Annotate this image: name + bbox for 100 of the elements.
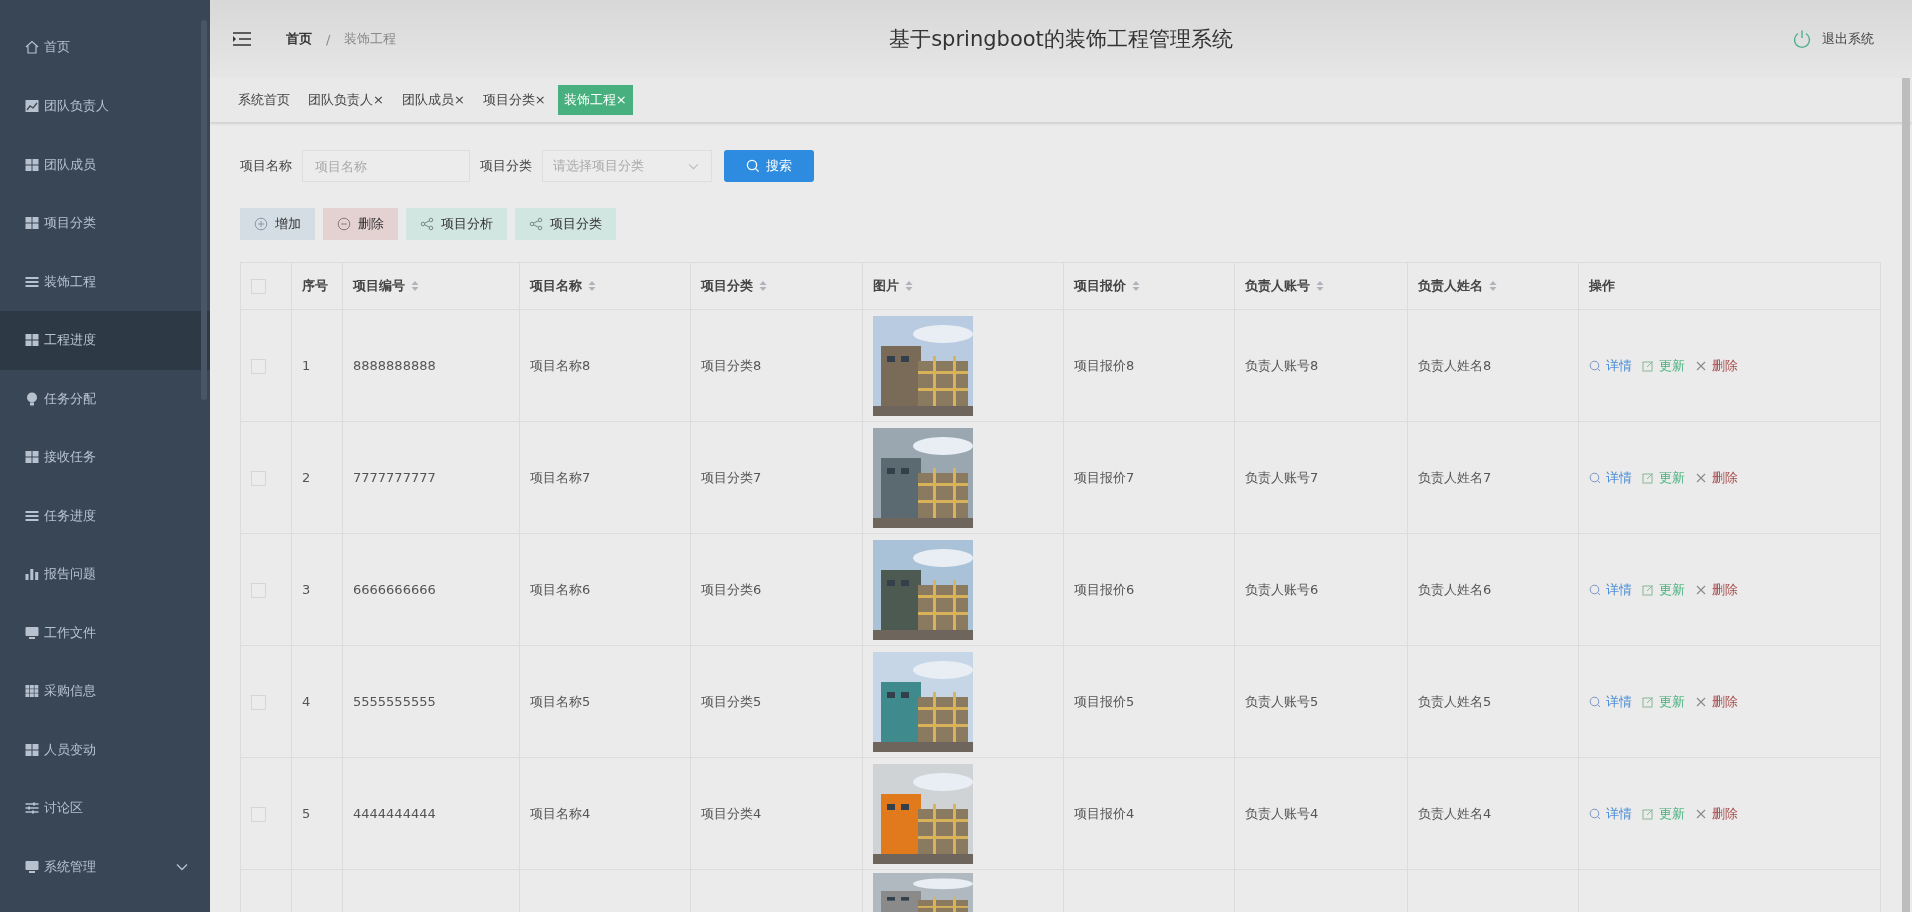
sidebar-item[interactable]: 工程进度 [0, 311, 210, 370]
sliders-icon [25, 801, 39, 816]
plus-circle-icon [254, 217, 268, 231]
table-cell: 项目分类6 [701, 581, 762, 597]
details-link[interactable]: 详情 [1589, 356, 1632, 375]
column-header[interactable]: 图片 [862, 262, 1064, 310]
sidebar-item[interactable]: 团队成员 [0, 135, 210, 194]
monitor-icon [25, 859, 39, 874]
breadcrumb-item: 装饰工程 [344, 30, 397, 48]
sort-icon[interactable] [1132, 280, 1140, 292]
column-header[interactable]: 负责人姓名 [1407, 262, 1579, 310]
sidebar-item[interactable]: 任务进度 [0, 486, 210, 545]
sort-icon[interactable] [1489, 280, 1497, 292]
sidebar-item[interactable]: 讨论区 [0, 779, 210, 838]
delete-link[interactable]: 删除 [1695, 804, 1738, 823]
delete-link[interactable]: 删除 [1695, 356, 1738, 375]
sidebar-item[interactable]: 团队负责人 [0, 77, 210, 136]
details-link[interactable]: 详情 [1589, 468, 1632, 487]
sidebar-item[interactable]: 首页 [0, 17, 210, 77]
power-icon[interactable] [1792, 29, 1812, 49]
share-button[interactable]: 项目分析 [406, 208, 507, 240]
column-header[interactable]: 项目报价 [1063, 262, 1235, 310]
sort-icon[interactable] [588, 280, 596, 292]
table-cell: 项目分类5 [701, 693, 762, 709]
sidebar-item[interactable]: 采购信息 [0, 662, 210, 721]
close-icon [1695, 471, 1707, 484]
search-icon [1589, 583, 1601, 596]
sidebar-label: 工程进度 [44, 331, 96, 350]
sidebar-label: 首页 [44, 38, 70, 56]
bar-chart-icon [25, 567, 39, 582]
column-header[interactable]: 项目分类 [690, 262, 863, 310]
table-cell: 项目报价7 [1074, 469, 1135, 485]
sidebar-item[interactable]: 任务分配 [0, 369, 210, 428]
sort-icon[interactable] [759, 280, 767, 292]
chevron-down-icon [688, 162, 699, 170]
scrollbar[interactable] [201, 20, 207, 400]
menu-icon[interactable] [232, 31, 252, 47]
column-header[interactable]: 负责人账号 [1234, 262, 1408, 310]
scrollbar[interactable] [1902, 78, 1910, 912]
table-cell: 项目分类4 [701, 805, 762, 821]
add-button[interactable]: 增加 [240, 208, 315, 240]
grid-icon [25, 157, 39, 172]
sidebar-label: 任务进度 [44, 506, 96, 525]
search-icon [746, 159, 760, 173]
logout-link[interactable]: 退出系统 [1822, 30, 1874, 48]
table-cell: 7777777777 [353, 470, 436, 485]
delete-link[interactable]: 删除 [1695, 580, 1738, 599]
tab[interactable]: 系统首页 [232, 85, 296, 115]
delete-button[interactable]: 删除 [323, 208, 398, 240]
table-cell: 项目报价8 [1074, 357, 1135, 373]
sidebar-label: 讨论区 [44, 799, 83, 818]
sidebar-label: 团队成员 [44, 155, 96, 174]
sidebar-label: 人员变动 [44, 740, 96, 759]
sort-icon[interactable] [905, 280, 913, 292]
sidebar-item[interactable]: 系统管理 [0, 837, 210, 896]
tab[interactable]: 团队成员× [395, 85, 471, 115]
list-icon [25, 274, 39, 289]
column-title: 操作 [1589, 277, 1615, 295]
sidebar-item[interactable]: 接收任务 [0, 428, 210, 487]
column-header[interactable]: 项目名称 [519, 262, 691, 310]
column-title: 负责人姓名 [1418, 277, 1483, 295]
sidebar-label: 报告问题 [44, 565, 96, 584]
search-icon [1589, 807, 1601, 820]
minus-circle-icon [337, 217, 351, 231]
column-title: 项目报价 [1074, 277, 1126, 295]
sidebar-item[interactable]: 报告问题 [0, 545, 210, 604]
table-cell: 4444444444 [353, 806, 436, 821]
list-icon [25, 508, 39, 523]
table-cell: 项目名称4 [530, 805, 591, 821]
sidebar-item[interactable]: 工作文件 [0, 603, 210, 662]
details-link[interactable]: 详情 [1589, 692, 1632, 711]
sort-icon[interactable] [411, 280, 419, 292]
table-cell: 负责人姓名8 [1418, 357, 1492, 373]
table-cell: 负责人账号7 [1245, 469, 1319, 485]
delete-link[interactable]: 删除 [1695, 692, 1738, 711]
name-input-field[interactable]: 项目名称 [302, 150, 470, 182]
share-button[interactable]: 项目分类 [515, 208, 616, 240]
search-icon [1589, 695, 1601, 708]
sidebar-label: 系统管理 [44, 857, 96, 876]
delete-link[interactable]: 删除 [1695, 468, 1738, 487]
sort-icon[interactable] [1316, 280, 1324, 292]
sidebar-label: 团队负责人 [44, 97, 109, 116]
sidebar-item[interactable]: 人员变动 [0, 720, 210, 779]
column-header[interactable]: 项目编号 [342, 262, 520, 310]
sidebar-item[interactable]: 项目分类 [0, 194, 210, 253]
column-title: 负责人账号 [1245, 277, 1310, 295]
breadcrumb-item[interactable]: 首页 [286, 30, 312, 48]
breadcrumb-separator: / [326, 31, 331, 47]
tab[interactable]: 项目分类× [476, 85, 552, 115]
sidebar-item[interactable]: 装饰工程 [0, 252, 210, 311]
sidebar-label: 装饰工程 [44, 272, 96, 291]
table-cell: 2 [302, 470, 311, 485]
sidebar-label: 采购信息 [44, 682, 96, 701]
table-cell: 项目名称5 [530, 693, 591, 709]
details-link[interactable]: 详情 [1589, 804, 1632, 823]
edit-icon [1642, 583, 1654, 596]
tab[interactable]: 团队负责人× [302, 85, 390, 115]
search-button[interactable]: 搜索 [724, 150, 814, 182]
details-link[interactable]: 详情 [1589, 580, 1632, 599]
table-cell: 负责人账号5 [1245, 693, 1319, 709]
